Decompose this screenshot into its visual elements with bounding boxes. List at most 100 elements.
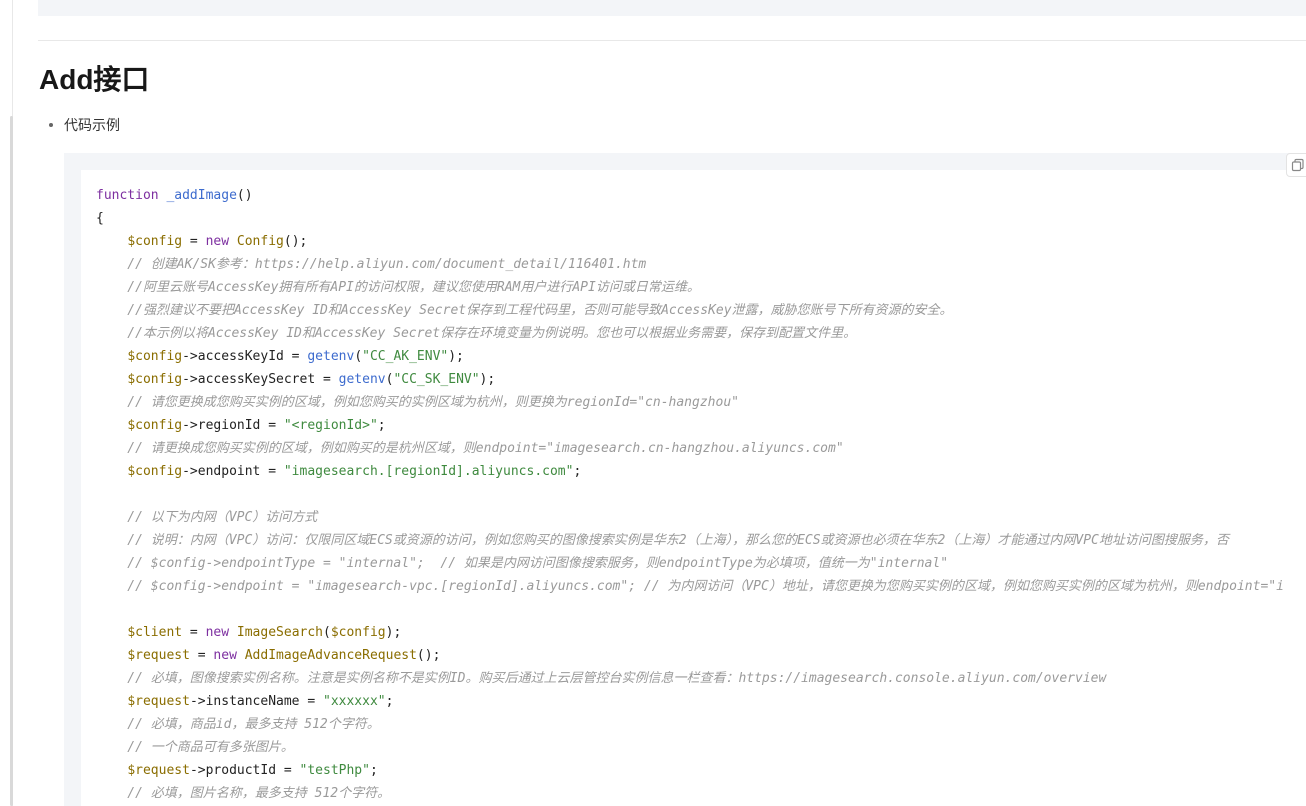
code-token-comment: // $config->endpointType = "internal"; /… [96, 556, 949, 571]
code-token-plain: ); [448, 349, 464, 364]
code-token-variable: $request [127, 763, 190, 778]
code-token-comment: // 请您更换成您购买实例的区域，例如您购买的实例区域为杭州，则更换为regio… [96, 395, 739, 410]
code-token-plain: = [182, 625, 206, 640]
code-token-plain: = [189, 648, 214, 663]
code-token-function: _addImage [166, 188, 237, 203]
code-token-comment: // 创建AK/SK参考：https://help.aliyun.com/doc… [96, 257, 647, 272]
code-line: //阿里云账号AccessKey拥有所有API的访问权限，建议您使用RAM用户进… [96, 276, 1284, 299]
code-token-string: "testPhp" [299, 763, 370, 778]
section-divider [38, 40, 1306, 41]
code-line: // $config->endpoint = "imagesearch-vpc.… [96, 575, 1284, 598]
code-token-variable: $config [330, 625, 386, 640]
code-line: //强烈建议不要把AccessKey ID和AccessKey Secret保存… [96, 299, 1284, 322]
previous-code-block [38, 0, 1306, 16]
code-token-variable: AddImageAdvanceRequest [244, 648, 417, 663]
code-token-variable: $request [127, 648, 190, 663]
code-line: { [96, 207, 1284, 230]
code-token-comment: // 必填，图像搜索实例名称。注意是实例名称不是实例ID。购买后通过上云层管控台… [96, 671, 1107, 686]
left-scrollbar[interactable] [10, 116, 13, 806]
code-token-plain: () [236, 188, 253, 203]
code-line: // 创建AK/SK参考：https://help.aliyun.com/doc… [96, 253, 1284, 276]
copy-button[interactable] [1286, 153, 1306, 177]
code-token-plain: (); [283, 234, 308, 249]
code-token-variable: $config [127, 464, 183, 479]
code-token-variable: Config [236, 234, 284, 249]
code-token-plain: ->accessKeyId = [182, 349, 308, 364]
code-line: $config->regionId = "<regionId>"; [96, 414, 1284, 437]
code-token-keyword: new [205, 625, 230, 640]
code-token-comment: // $config->endpoint = "imagesearch-vpc.… [96, 579, 1284, 594]
code-line: $client = new ImageSearch($config); [96, 621, 1284, 644]
code-line: // 一个商品可有多张图片。 [96, 736, 1284, 759]
code-line: // 请您更换成您购买实例的区域，例如您购买的实例区域为杭州，则更换为regio… [96, 391, 1284, 414]
code-line: // $config->endpointType = "internal"; /… [96, 552, 1284, 575]
code-token-keyword: new [213, 648, 237, 663]
code-token-comment: // 请更换成您购买实例的区域，例如购买的是杭州区域，则endpoint="im… [96, 441, 844, 456]
code-token-plain: ->regionId = [182, 418, 284, 433]
bullet-label: 代码示例 [64, 117, 120, 133]
bullet-dot [49, 123, 53, 127]
code-line: // 以下为内网（VPC）访问方式 [96, 506, 1284, 529]
code-token-string: "CC_SK_ENV" [393, 372, 480, 387]
code-token-comment: //强烈建议不要把AccessKey ID和AccessKey Secret保存… [96, 303, 953, 318]
code-token-variable: $config [127, 234, 183, 249]
code-token-plain: ; [573, 464, 582, 479]
code-token-plain: ->productId = [189, 763, 300, 778]
code-token-plain: = [182, 234, 206, 249]
code-token-variable: ImageSearch [236, 625, 323, 640]
code-line: // 必填，图片名称，最多支持 512个字符。 [96, 782, 1284, 805]
code-line: $config->accessKeySecret = getenv("CC_SK… [96, 368, 1284, 391]
code-token-comment: // 必填，图片名称，最多支持 512个字符。 [96, 786, 391, 801]
code-token-plain: ; [369, 763, 378, 778]
code-token-comment: // 一个商品可有多张图片。 [96, 740, 294, 755]
code-token-plain: ; [377, 418, 386, 433]
code-line: // 请更换成您购买实例的区域，例如购买的是杭州区域，则endpoint="im… [96, 437, 1284, 460]
code-token-comment: // 以下为内网（VPC）访问方式 [96, 510, 318, 525]
code-token-comment: //本示例以将AccessKey ID和AccessKey Secret保存在环… [96, 326, 857, 341]
code-line: $config = new Config(); [96, 230, 1284, 253]
code-token-plain: ( [354, 349, 363, 364]
code-token-variable: $client [127, 625, 183, 640]
code-token-plain: ); [385, 625, 402, 640]
code-line: $request->productId = "testPhp"; [96, 759, 1284, 782]
code-line: // 必填，图像搜索实例名称。注意是实例名称不是实例ID。购买后通过上云层管控台… [96, 667, 1284, 690]
code-token-variable: $config [127, 418, 183, 433]
code-token-comment: // 必填，商品id，最多支持 512个字符。 [96, 717, 380, 732]
code-token-plain: ); [479, 372, 496, 387]
list-item: 代码示例 [49, 115, 120, 135]
code-line [96, 483, 1284, 506]
code-line [96, 598, 1284, 621]
code-token-plain: ; [385, 694, 394, 709]
code-line: // 说明：内网（VPC）访问：仅限同区域ECS或资源的访问，例如您购买的图像搜… [96, 529, 1284, 552]
code-token-plain: ->endpoint = [182, 464, 284, 479]
code-line: //本示例以将AccessKey ID和AccessKey Secret保存在环… [96, 322, 1284, 345]
code-token-keyword: new [205, 234, 230, 249]
code-token-string: "CC_AK_ENV" [362, 349, 449, 364]
code-line: function _addImage() [96, 184, 1284, 207]
code-token-plain: { [96, 211, 104, 226]
code-line: $config->accessKeyId = getenv("CC_AK_ENV… [96, 345, 1284, 368]
code-token-variable: $request [127, 694, 190, 709]
code-line: $request->instanceName = "xxxxxx"; [96, 690, 1284, 713]
code-token-comment: // 说明：内网（VPC）访问：仅限同区域ECS或资源的访问，例如您购买的图像搜… [96, 533, 1229, 548]
code-line: $config->endpoint = "imagesearch.[region… [96, 460, 1284, 483]
code-token-plain: ->accessKeySecret = [182, 372, 339, 387]
section-title: Add接口 [39, 64, 150, 95]
code-token-plain: (); [416, 648, 441, 663]
code-token-string: "<regionId>" [283, 418, 378, 433]
code-line: // 必填，商品id，最多支持 512个字符。 [96, 713, 1284, 736]
code-panel[interactable]: function _addImage() { $config = new Conf… [81, 170, 1306, 806]
